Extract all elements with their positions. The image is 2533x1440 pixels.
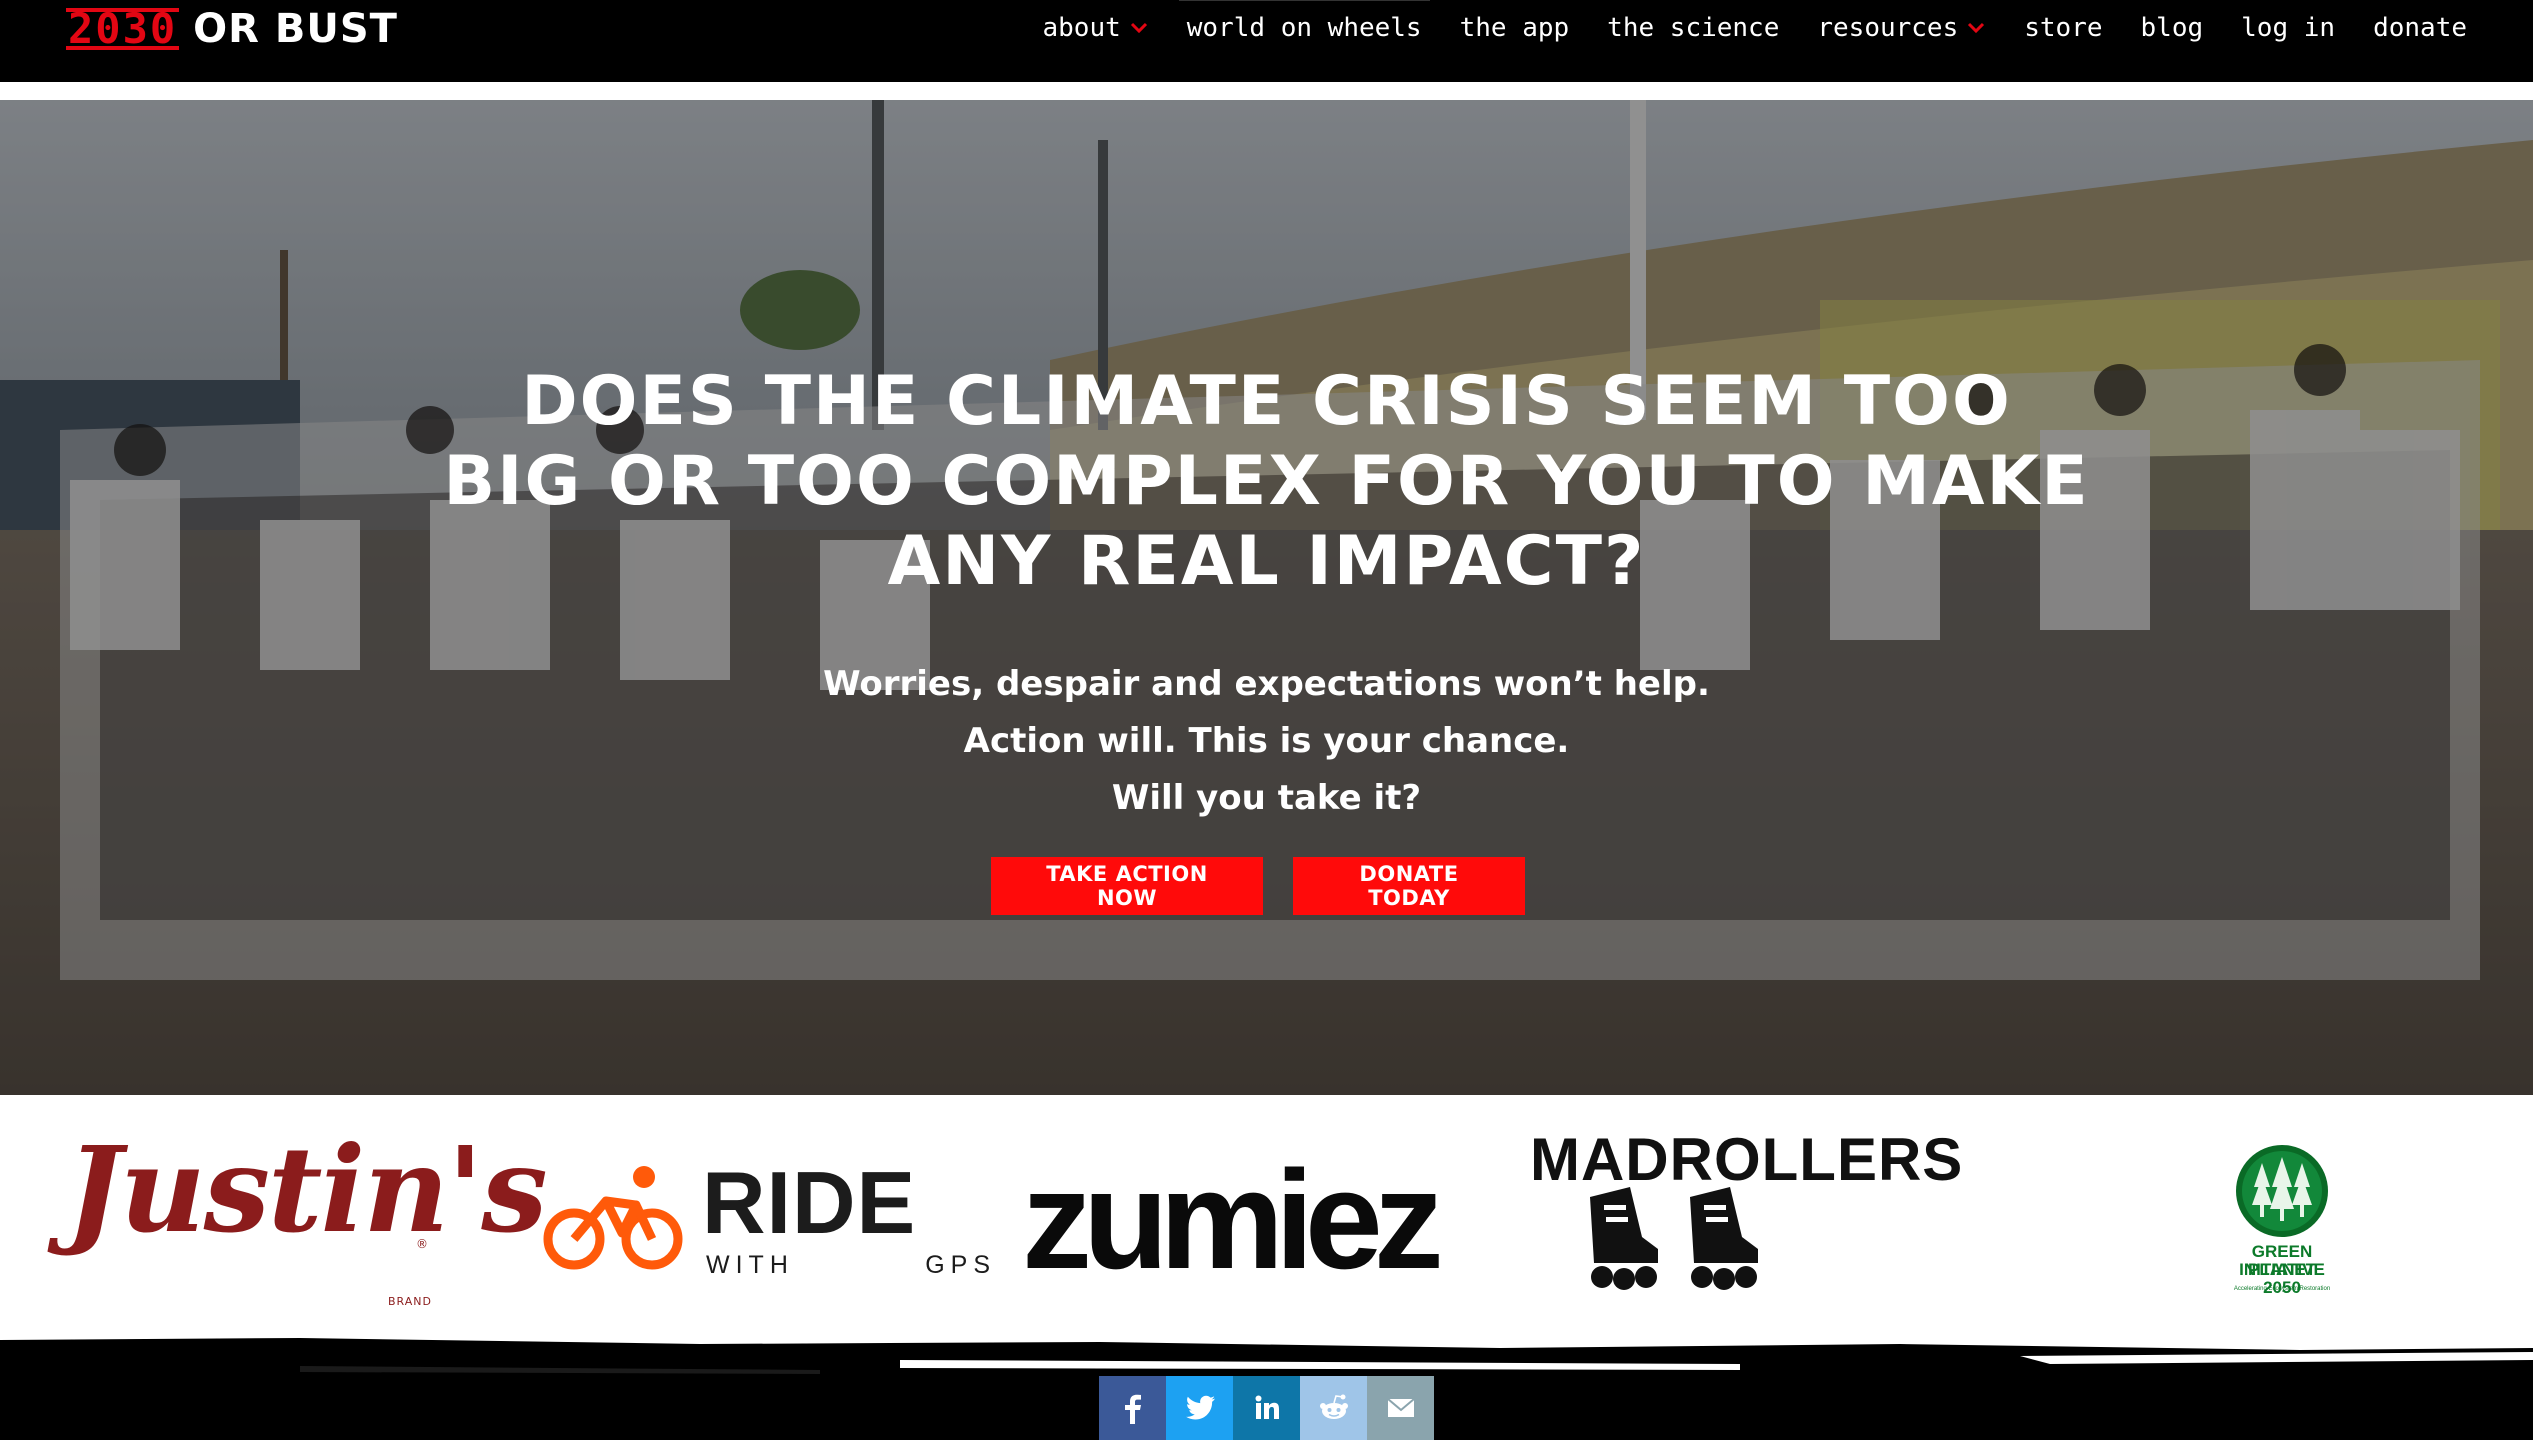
share-reddit-button[interactable] [1300,1376,1367,1440]
registered-mark: ® [416,1237,428,1251]
share-twitter-button[interactable] [1166,1376,1233,1440]
chevron-down-icon [1130,22,1147,34]
nav-item-the-science[interactable]: the science [1607,13,1779,43]
twitter-icon [1185,1395,1215,1420]
nav-label: the science [1607,13,1780,43]
donate-today-button[interactable]: DONATE TODAY [1293,857,1525,915]
reddit-icon [1319,1394,1348,1419]
ride-subtitle: WITH GPS [706,1251,996,1280]
justins-brand-label: BRAND [388,1295,432,1308]
madrollers-wordmark: MADROLLERS [1530,1126,1964,1193]
sponsor-logos: Justin's ® BRAND RIDE WITH GPS zumiez MA… [0,1095,2533,1335]
justins-wordmark: Justin's [66,1120,548,1259]
nav-label: log in [2241,13,2336,43]
nav-label: donate [2373,13,2467,43]
hero-cta-group: TAKE ACTION NOW DONATE TODAY [0,857,2533,915]
ride-wordmark: RIDE [702,1153,917,1252]
nav-label: store [2024,13,2103,43]
nav-label: blog [2140,13,2204,43]
header-brush-edge [0,58,2533,104]
madrollers-logo[interactable]: MADROLLERS [1530,1129,2030,1309]
nav-label: world on wheels [1186,13,1422,43]
nav-label: about [1042,13,1121,43]
nav-label: the app [1459,13,1570,43]
cyclist-icon [543,1166,683,1270]
linkedin-icon [1255,1395,1279,1419]
inline-skates-icon [1590,1187,1758,1290]
gpi-tagline: Accelerating Ecosystem Restoration [2233,1286,2331,1292]
nav-item-donate[interactable]: donate [2373,13,2467,43]
hero-line: Action will. This is your chance. [963,721,1570,761]
social-share-bar [1099,1376,1434,1440]
ride-sub-with: WITH [706,1251,794,1279]
nav-item-log-in[interactable]: log in [2241,13,2335,43]
zumiez-logo[interactable]: zumiez [1022,1150,1514,1290]
logo-number: 2030 [66,4,180,53]
ride-sub-gps: GPS [925,1251,996,1279]
share-facebook-button[interactable] [1099,1376,1166,1440]
justins-logo[interactable]: Justin's ® BRAND [66,1125,548,1309]
take-action-button[interactable]: TAKE ACTION NOW [991,857,1263,915]
nav-item-the-app[interactable]: the app [1460,13,1570,43]
hero-line: Will you take it? [1111,778,1422,818]
nav-item-resources[interactable]: resources [1817,13,1986,43]
site-logo[interactable]: 2030 OR BUST [66,4,398,54]
tree-emblem-icon [2236,1145,2328,1237]
nav-item-about[interactable]: about [1043,13,1149,43]
nav-label: resources [1817,13,1959,43]
logo-text: OR BUST [193,6,398,52]
hero-line: Worries, despair and expectations won’t … [823,664,1710,704]
hero-subtext: Worries, despair and expectations won’t … [640,656,1893,827]
hero-section: DOES THE CLIMATE CRISIS SEEM TOO BIG OR … [0,100,2533,1095]
share-linkedin-button[interactable] [1233,1376,1300,1440]
nav-item-store[interactable]: store [2024,13,2102,43]
chevron-down-icon [1968,22,1985,34]
main-nav: about world on wheels the app the scienc… [1043,0,2467,56]
green-planet-initiative-logo[interactable]: GREEN PLANET INITIATIVE 2050 Acceleratin… [2224,1143,2340,1297]
email-icon [1386,1398,1415,1417]
nav-item-blog[interactable]: blog [2141,13,2204,43]
nav-item-world-on-wheels[interactable]: world on wheels [1178,0,1430,43]
ride-with-gps-logo[interactable]: RIDE WITH GPS [540,1155,990,1281]
share-email-button[interactable] [1367,1376,1434,1440]
hero-title: DOES THE CLIMATE CRISIS SEEM TOO BIG OR … [443,362,2090,601]
facebook-icon [1124,1394,1141,1424]
